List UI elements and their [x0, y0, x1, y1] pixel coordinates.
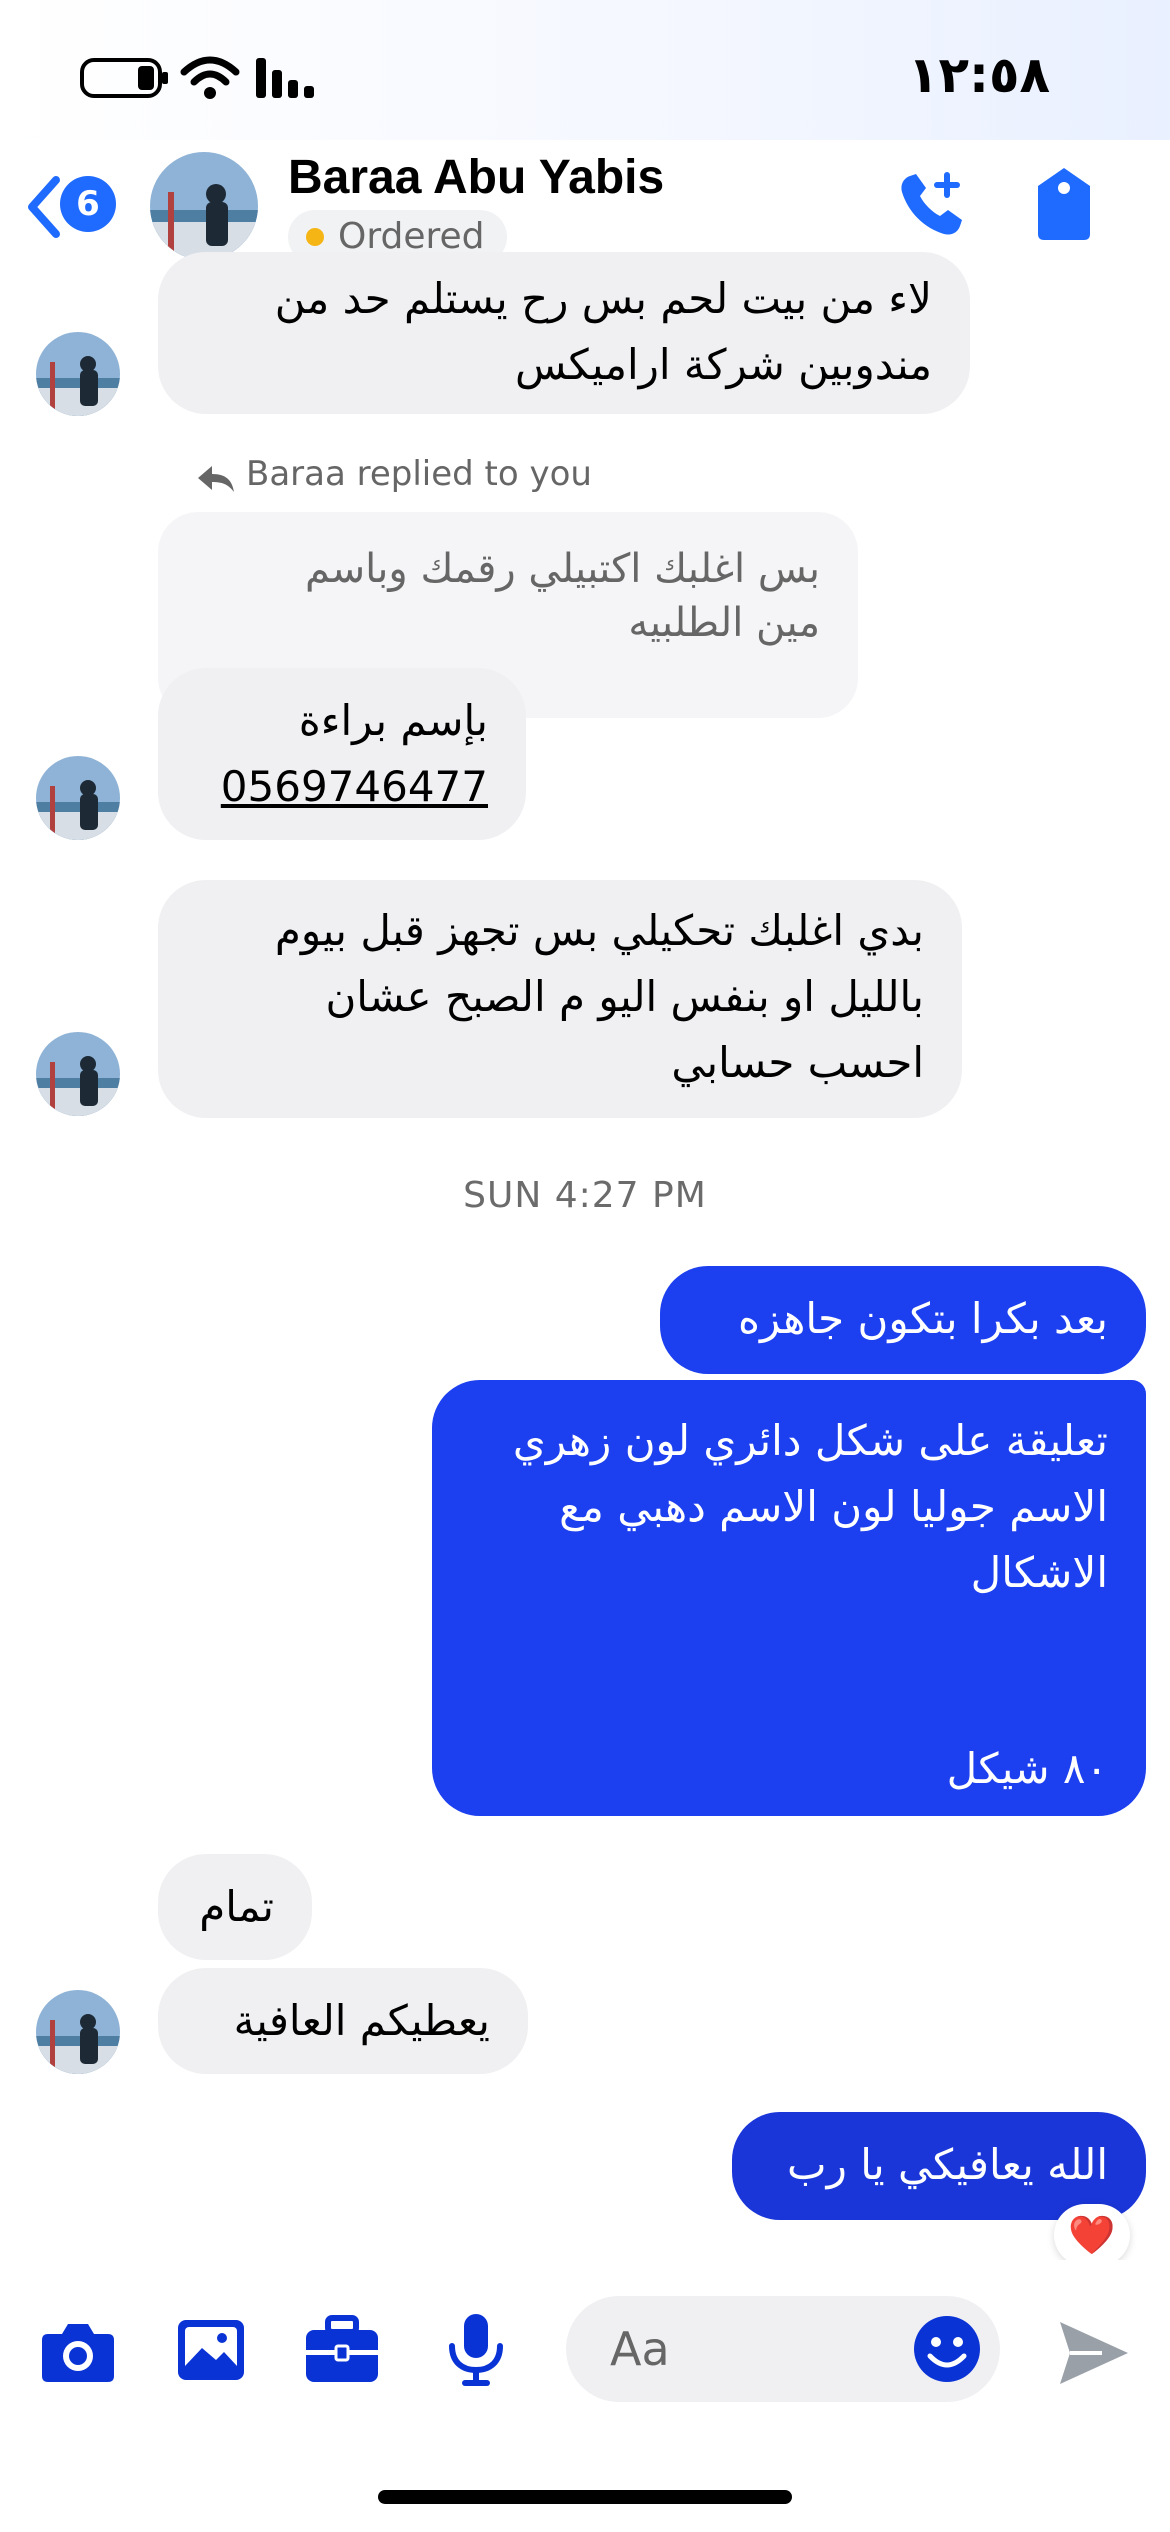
- gallery-icon[interactable]: [172, 2310, 252, 2390]
- message-line: يعطيكم العافية: [233, 1996, 490, 2045]
- message-line: بإسم براءة: [298, 696, 488, 745]
- phone-number-link[interactable]: 0569746477: [196, 754, 488, 820]
- back-button[interactable]: 6: [24, 172, 134, 242]
- sender-avatar[interactable]: [36, 332, 120, 416]
- incoming-message[interactable]: بدي اغلبك تحكيلي بس تجهز قبل بيوم بالليل…: [158, 880, 962, 1118]
- reply-arrow-icon: [198, 466, 234, 492]
- status-dot: [306, 228, 324, 246]
- phone-add-icon[interactable]: [896, 166, 972, 242]
- briefcase-icon[interactable]: [302, 2310, 382, 2390]
- avatar-photo: [36, 1032, 120, 1116]
- quoted-line: مين الطلبيه: [628, 600, 820, 646]
- message-line: بعد بكرا بتكون جاهزه: [738, 1294, 1108, 1343]
- message-line: بدي اغلبك تحكيلي بس تجهز قبل بيوم: [274, 906, 924, 955]
- quoted-line: بس اغلبك اكتبيلي رقمك وباسم: [304, 546, 820, 592]
- sender-avatar[interactable]: [36, 1990, 120, 2074]
- sender-avatar[interactable]: [36, 1032, 120, 1116]
- incoming-message[interactable]: يعطيكم العافية: [158, 1968, 528, 2074]
- message-input-placeholder: Aa: [610, 2322, 670, 2376]
- heart-reaction-icon[interactable]: ❤️: [1054, 2204, 1130, 2266]
- reply-note: Baraa replied to you: [246, 454, 592, 494]
- message-line: احسب حسابي: [671, 1038, 924, 1087]
- message-line: تعليقة على شكل دائري لون زهري: [512, 1416, 1108, 1465]
- message-line: ٨٠ شيكل: [946, 1744, 1108, 1793]
- outgoing-message[interactable]: بعد بكرا بتكون جاهزه: [660, 1266, 1146, 1374]
- message-line: الاشكال: [970, 1548, 1108, 1597]
- unread-count-badge: 6: [60, 176, 116, 232]
- microphone-icon[interactable]: [436, 2310, 516, 2390]
- home-indicator: [378, 2490, 792, 2504]
- message-line: الاسم جوليا لون الاسم دهبي مع: [559, 1482, 1108, 1531]
- back-chevron-icon: [28, 176, 60, 238]
- incoming-message[interactable]: بإسم براءة 0569746477: [158, 668, 526, 840]
- tag-icon[interactable]: [1032, 166, 1096, 242]
- message-line: الله يعافيكي يا رب: [787, 2140, 1108, 2189]
- contact-avatar[interactable]: [150, 152, 258, 260]
- camera-icon[interactable]: [38, 2310, 118, 2390]
- contact-name[interactable]: Baraa Abu Yabis: [288, 150, 664, 205]
- emoji-icon[interactable]: [912, 2314, 982, 2384]
- status-time: ١٢:٥٨: [907, 46, 1050, 104]
- avatar-photo: [36, 756, 120, 840]
- incoming-message[interactable]: لاء من بيت لحم بس رح يستلم حد من مندوبين…: [158, 252, 970, 414]
- avatar-photo: [150, 152, 258, 260]
- avatar-photo: [36, 1990, 120, 2074]
- message-line: مندوبين شركة اراميكس: [515, 340, 932, 389]
- message-timestamp: SUN 4:27 PM: [463, 1175, 707, 1216]
- send-icon[interactable]: [1054, 2314, 1132, 2392]
- message-line: بالليل او بنفس اليو م الصبح عشان: [325, 972, 924, 1021]
- battery-icon: [80, 58, 168, 98]
- avatar-photo: [36, 332, 120, 416]
- wifi-icon: [180, 56, 240, 99]
- sender-avatar[interactable]: [36, 756, 120, 840]
- message-line: لاء من بيت لحم بس رح يستلم حد من: [274, 274, 932, 323]
- incoming-message[interactable]: تمام: [158, 1854, 312, 1960]
- signal-icon: [256, 58, 314, 98]
- status-label: Ordered: [338, 216, 485, 257]
- outgoing-message[interactable]: تعليقة على شكل دائري لون زهري الاسم جولي…: [432, 1380, 1146, 1816]
- message-line: تمام: [199, 1882, 274, 1931]
